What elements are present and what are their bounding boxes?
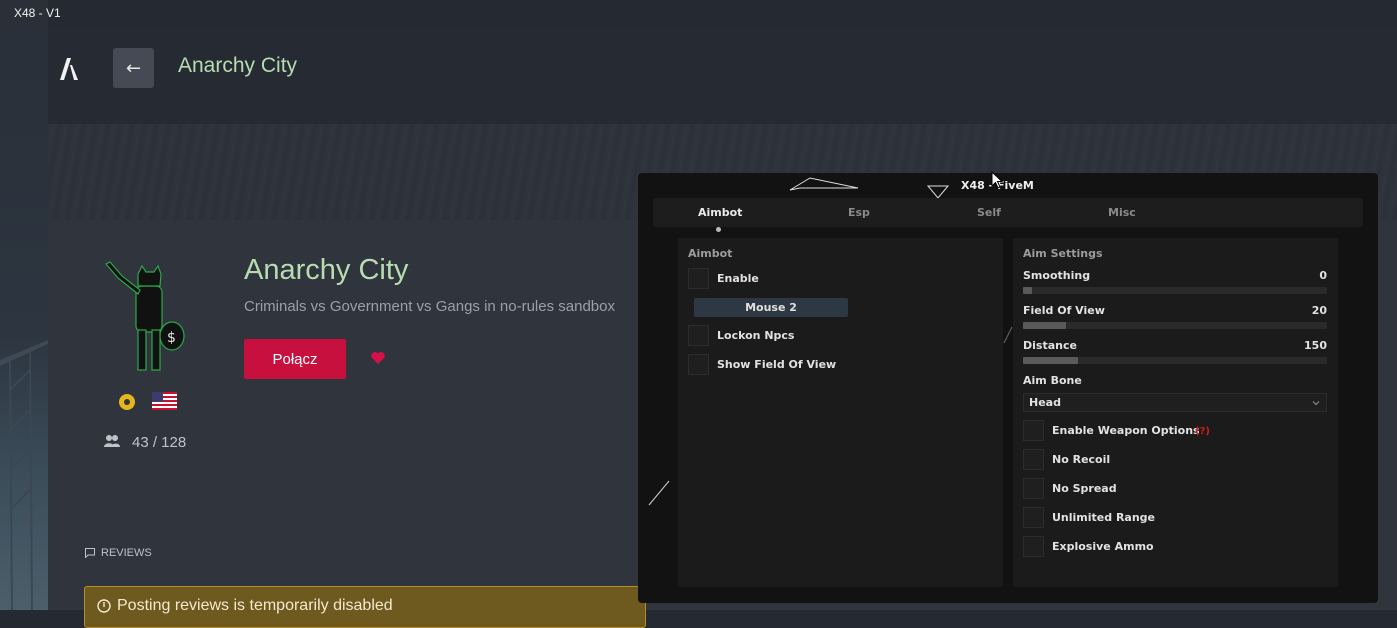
menu-line-decoration-2: [1003, 326, 1013, 344]
aim-bone-label: Aim Bone: [1023, 374, 1082, 387]
show-fov-label: Show Field Of View: [717, 358, 837, 371]
heart-icon[interactable]: [370, 350, 386, 366]
lockon-npcs-checkbox[interactable]: [688, 325, 709, 346]
reviews-icon: [85, 548, 95, 558]
aim-settings-title: Aim Settings: [1023, 247, 1103, 260]
aim-bone-value: Head: [1029, 396, 1061, 409]
connect-button[interactable]: Połącz: [244, 339, 346, 379]
distance-slider-fill: [1023, 357, 1078, 364]
distance-label: Distance: [1023, 339, 1077, 352]
server-description: Criminals vs Government vs Gangs in no-r…: [244, 298, 615, 315]
aimbot-panel-title: Aimbot: [688, 247, 733, 260]
enable-checkbox[interactable]: [688, 268, 709, 289]
premium-badge-icon: [119, 394, 135, 410]
svg-text:$: $: [167, 330, 176, 346]
fivem-logo-icon[interactable]: [58, 56, 80, 80]
player-count: 43 / 128: [132, 434, 187, 451]
weapon-options-checkbox[interactable]: [1023, 420, 1044, 441]
info-icon: [97, 599, 111, 613]
lockon-npcs-label: Lockon Npcs: [717, 329, 795, 342]
smoothing-label: Smoothing: [1023, 269, 1091, 282]
no-recoil-label: No Recoil: [1052, 453, 1111, 466]
mouse-cursor-icon: [991, 171, 1003, 189]
chevron-down-icon: [1312, 401, 1320, 406]
reviews-heading: REVIEWS: [101, 547, 152, 559]
explosive-ammo-label: Explosive Ammo: [1052, 540, 1154, 553]
fov-slider-fill: [1023, 322, 1066, 329]
show-fov-checkbox[interactable]: [688, 354, 709, 375]
active-tab-indicator: [716, 227, 721, 232]
fov-value: 20: [1311, 304, 1327, 317]
page-title: Anarchy City: [178, 54, 298, 77]
us-flag-icon: [152, 392, 177, 410]
no-spread-label: No Spread: [1052, 482, 1117, 495]
smoothing-slider-fill: [1023, 287, 1033, 294]
crane-silhouette-icon: [0, 340, 48, 610]
unlimited-range-checkbox[interactable]: [1023, 507, 1044, 528]
no-recoil-checkbox[interactable]: [1023, 449, 1044, 470]
server-name: Anarchy City: [244, 254, 409, 286]
weapon-options-label: Enable Weapon Options: [1052, 424, 1200, 437]
server-avatar: $: [105, 261, 185, 371]
tab-misc[interactable]: Misc: [1108, 206, 1136, 219]
back-button[interactable]: ←: [113, 48, 154, 88]
aimbot-panel: [678, 238, 1003, 587]
aim-bone-select[interactable]: Head: [1023, 393, 1327, 412]
distance-slider[interactable]: [1023, 357, 1327, 364]
menu-logo-decoration: [789, 177, 950, 198]
menu-line-decoration: [648, 480, 670, 506]
tab-aimbot[interactable]: Aimbot: [698, 206, 742, 219]
menu-tab-bar: [653, 198, 1363, 227]
tab-self[interactable]: Self: [977, 206, 1001, 219]
reviews-notice-text: Posting reviews is temporarily disabled: [117, 597, 393, 614]
players-icon: [104, 435, 120, 447]
fov-slider[interactable]: [1023, 322, 1327, 329]
aimbot-keybind-button[interactable]: Mouse 2: [694, 298, 848, 317]
help-tooltip-icon[interactable]: (?): [1195, 426, 1210, 437]
smoothing-slider[interactable]: [1023, 287, 1327, 294]
tab-esp[interactable]: Esp: [848, 206, 870, 219]
explosive-ammo-checkbox[interactable]: [1023, 536, 1044, 557]
enable-label: Enable: [717, 272, 759, 285]
fov-label: Field Of View: [1023, 304, 1105, 317]
smoothing-value: 0: [1319, 269, 1327, 282]
window-title: X48 - V1: [14, 6, 61, 20]
distance-value: 150: [1304, 339, 1327, 352]
background-scenery: [0, 0, 48, 610]
unlimited-range-label: Unlimited Range: [1052, 511, 1156, 524]
no-spread-checkbox[interactable]: [1023, 478, 1044, 499]
